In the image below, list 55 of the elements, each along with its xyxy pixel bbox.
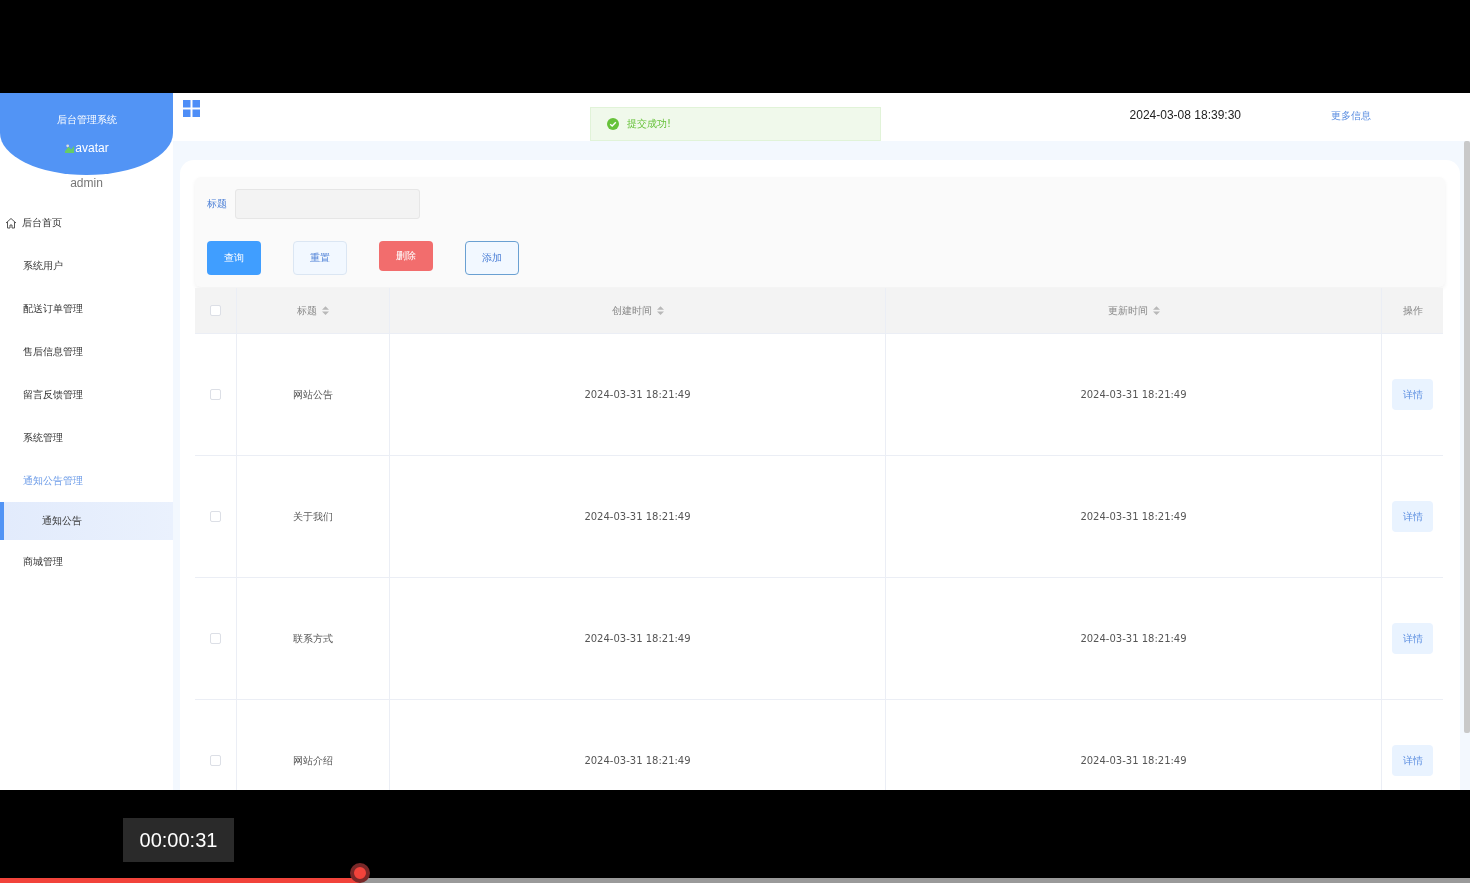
user-name: admin (69, 176, 104, 190)
menu-item[interactable]: 留言反馈管理 (0, 373, 173, 416)
app-title: 后台管理系统 (56, 113, 117, 127)
action-button[interactable]: 查询 (207, 241, 261, 275)
field-label: 标题 (207, 197, 227, 211)
toast-message: 提交成功! (627, 117, 671, 131)
action-button[interactable]: 添加 (465, 241, 519, 275)
menu-item[interactable]: 系统用户 (0, 244, 173, 287)
submenu-item[interactable]: 通知公告 (0, 502, 173, 540)
detail-button[interactable]: 详情 (1392, 745, 1433, 776)
menu-item[interactable]: 售后信息管理 (0, 330, 173, 373)
more-info-link[interactable]: 更多信息 (1331, 109, 1371, 123)
detail-button[interactable]: 详情 (1392, 623, 1433, 654)
menu-item[interactable]: 通知公告管理 (0, 459, 173, 502)
avatar-image: avatar (64, 141, 109, 155)
table-cell: 2024-03-31 18:21:49 (584, 389, 691, 400)
table-cell: 关于我们 (293, 509, 333, 524)
action-button[interactable]: 重置 (293, 241, 347, 275)
detail-button[interactable]: 详情 (1392, 501, 1433, 532)
column-label: 操作 (1402, 303, 1423, 318)
checkbox[interactable] (210, 389, 221, 400)
column-label: 更新时间 (1107, 303, 1148, 318)
table-cell: 2024-03-31 18:21:49 (584, 511, 691, 522)
menu-item[interactable]: 后台首页 (0, 201, 173, 244)
progress-track[interactable] (0, 863, 1470, 883)
sort-icon[interactable] (656, 306, 664, 315)
table-cell: 2024-03-31 18:21:49 (1080, 511, 1187, 522)
menu-item[interactable]: 系统管理 (0, 416, 173, 459)
current-datetime: 2024-03-08 18:39:30 (1129, 108, 1241, 122)
check-circle-icon (607, 118, 619, 130)
table-cell: 2024-03-31 18:21:49 (1080, 389, 1187, 400)
table-cell: 2024-03-31 18:21:49 (1080, 633, 1187, 644)
menu-item[interactable]: 配送订单管理 (0, 287, 173, 330)
home-icon (5, 216, 17, 229)
checkbox[interactable] (210, 755, 221, 766)
action-button[interactable]: 删除 (379, 241, 433, 271)
table-cell: 联系方式 (293, 631, 333, 646)
checkbox[interactable] (210, 305, 221, 316)
column-label: 创建时间 (611, 303, 652, 318)
time-tooltip: 00:00:31 (123, 818, 234, 862)
detail-button[interactable]: 详情 (1392, 379, 1433, 410)
scrollbar[interactable] (1464, 141, 1470, 733)
sort-icon[interactable] (1152, 306, 1160, 315)
table-cell: 2024-03-31 18:21:49 (1080, 755, 1187, 766)
table-cell: 2024-03-31 18:21:49 (584, 755, 691, 766)
checkbox[interactable] (210, 511, 221, 522)
column-label: 标题 (297, 303, 317, 318)
table-cell: 2024-03-31 18:21:49 (584, 633, 691, 644)
grid-menu-icon[interactable] (183, 100, 200, 117)
progress-handle[interactable] (350, 863, 371, 883)
menu-item[interactable]: 商城管理 (0, 540, 173, 583)
checkbox[interactable] (210, 633, 221, 644)
sort-icon[interactable] (322, 306, 329, 315)
table-cell: 网站介绍 (293, 753, 333, 768)
table-cell: 网站公告 (293, 387, 333, 402)
